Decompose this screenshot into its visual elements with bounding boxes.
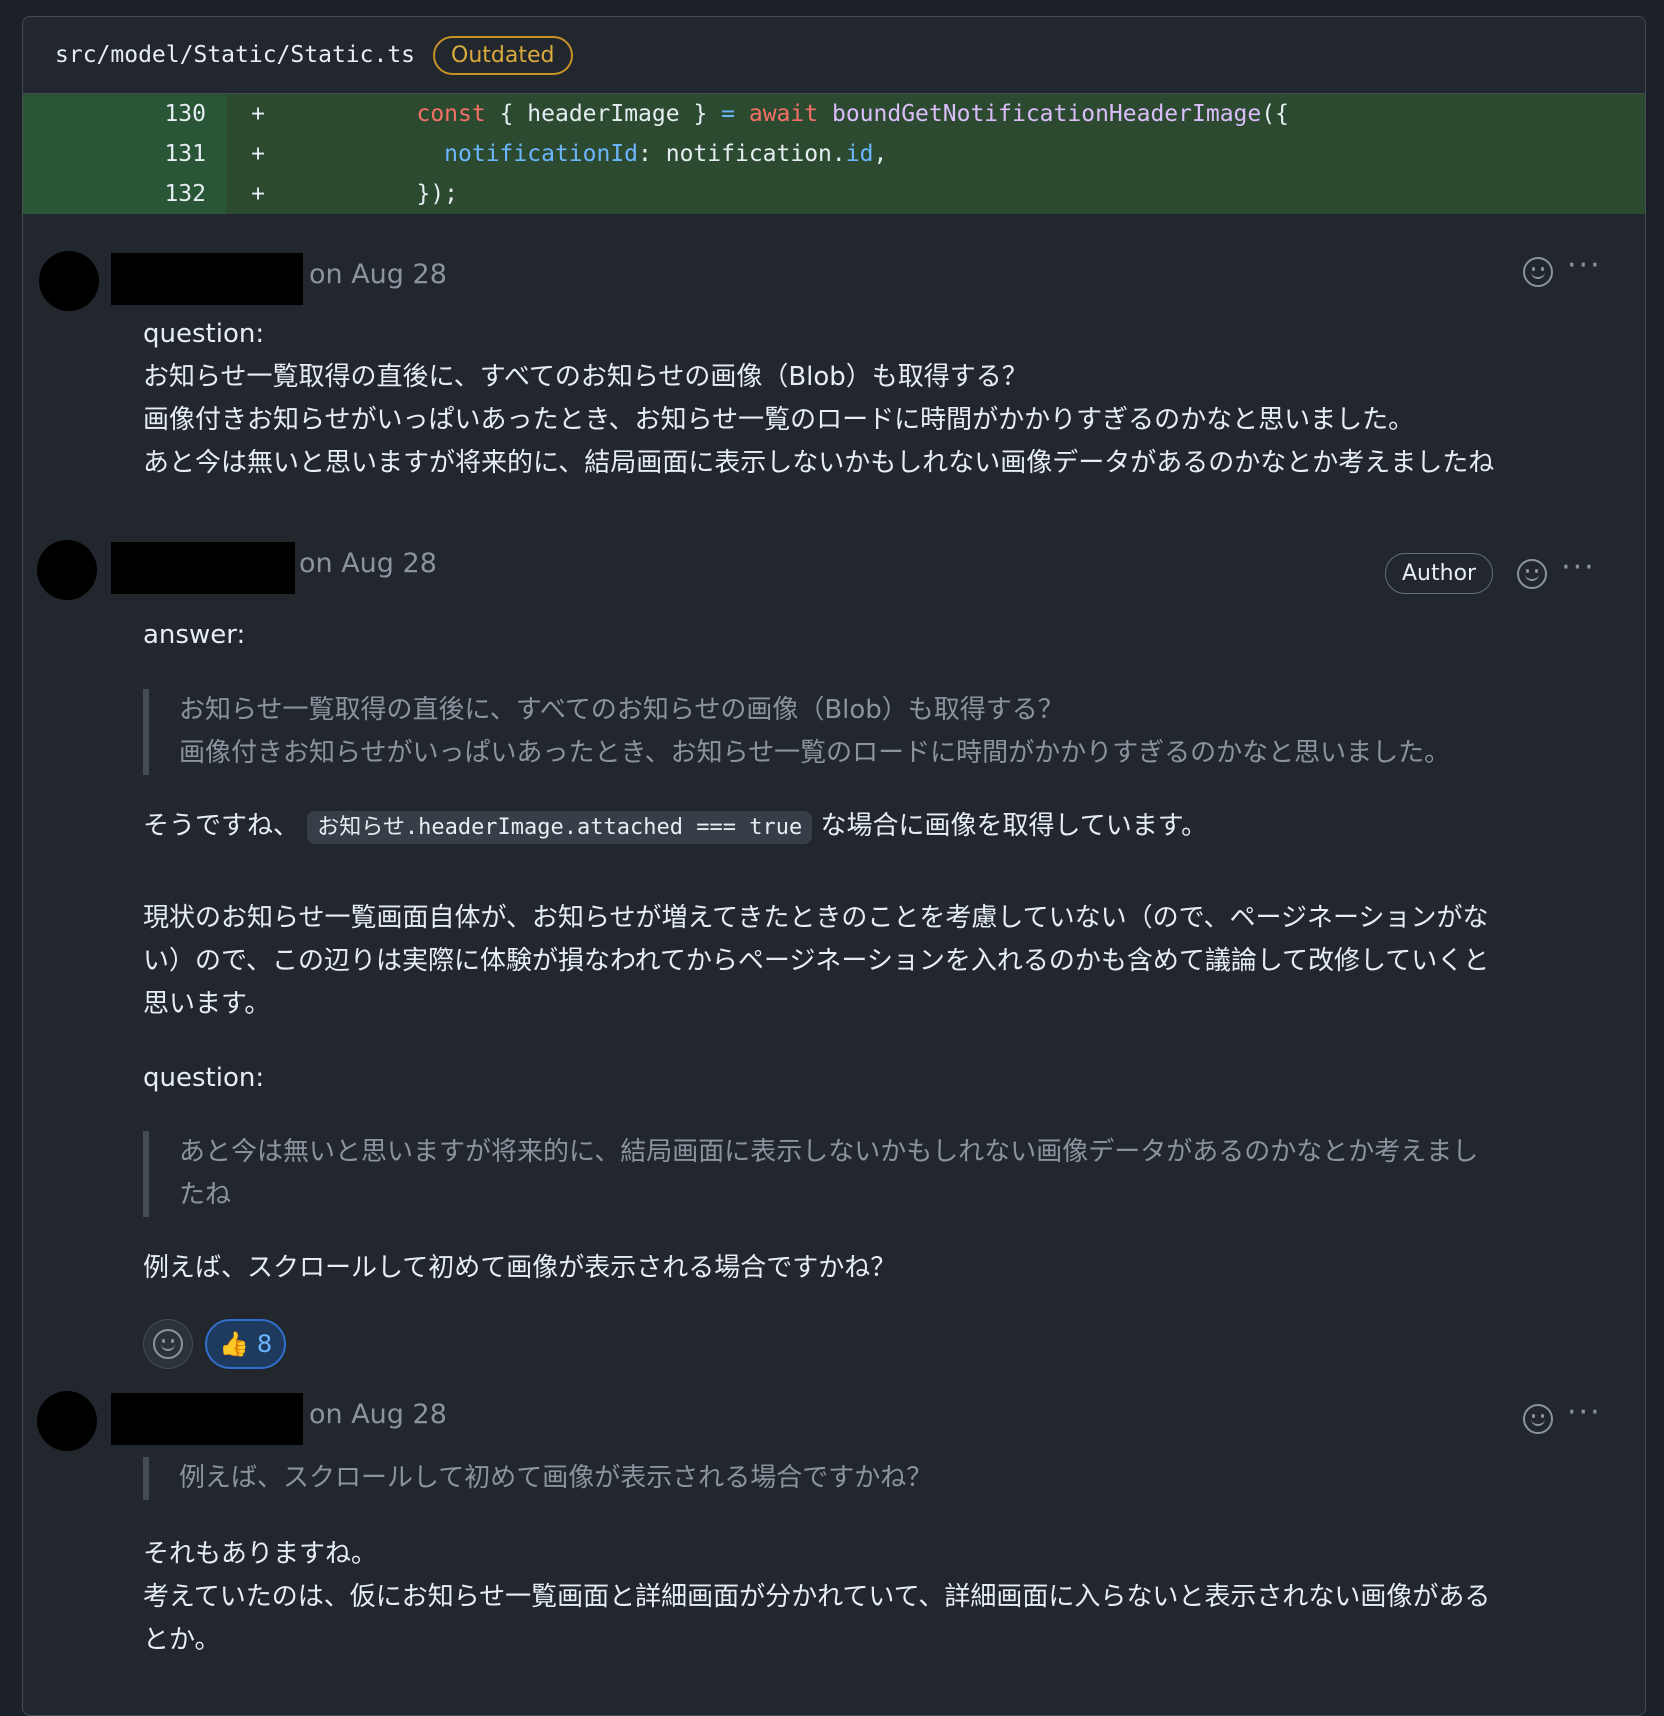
avatar[interactable] <box>39 251 99 311</box>
line-number[interactable]: 130 <box>23 94 226 134</box>
comment-actions: ··· <box>1523 1398 1602 1434</box>
code-token: const <box>416 101 486 127</box>
code-token: await <box>748 101 819 127</box>
file-path-link[interactable]: src/model/Static/Static.ts <box>55 42 415 68</box>
add-reaction-icon[interactable] <box>1523 1404 1553 1434</box>
review-thread-panel: src/model/Static/Static.ts Outdated 130 +… <box>22 16 1646 1716</box>
line-number[interactable]: 131 <box>23 134 226 174</box>
code-token: notificationId <box>444 141 639 167</box>
code-content: const { headerImage } = await boundGetNo… <box>278 101 1289 127</box>
paragraph-line: い）ので、この辺りは実際に体験が損なわれてからページネーションを入れるのかも含め… <box>143 946 1490 976</box>
diff-line: 131 + notificationId: notification.id, <box>23 134 1645 174</box>
text-span: そうですね、 <box>143 811 300 841</box>
diff-hunk: 130 + const { headerImage } = await bound… <box>23 94 1645 214</box>
diff-add-marker: + <box>251 101 265 127</box>
paragraph-line: 現状のお知らせ一覧画面自体が、お知らせが増えてきたときのことを考慮していない（の… <box>143 903 1489 933</box>
comment-body: それもありますね。 考えていたのは、仮にお知らせ一覧画面と詳細画面が分かれていて… <box>143 1533 1623 1662</box>
author-badge: Author <box>1385 553 1494 594</box>
comment-line: お知らせ一覧取得の直後に、すべてのお知らせの画像（Blob）も取得する？ <box>143 362 1028 392</box>
text-span: な場合に画像を取得しています。 <box>820 811 1208 841</box>
code-token: { headerImage } <box>485 101 722 127</box>
add-reaction-icon[interactable] <box>1523 257 1553 287</box>
comment-line: とか。 <box>143 1625 221 1655</box>
add-reaction-button[interactable] <box>143 1319 193 1369</box>
avatar[interactable] <box>37 1391 97 1451</box>
answer-paragraph: そうですね、 お知らせ.headerImage.attached === tru… <box>143 805 1623 849</box>
code-content: }); <box>278 181 458 207</box>
comment-date[interactable]: on Aug 28 <box>299 548 437 579</box>
code-token: , <box>873 141 888 167</box>
blockquote: あと今は無いと思いますが将来的に、結局画面に表示しないかもしれない画像データがあ… <box>143 1131 1563 1217</box>
avatar[interactable] <box>37 540 97 600</box>
inline-code: お知らせ.headerImage.attached === true <box>307 811 813 844</box>
quote-line: たね <box>179 1180 232 1210</box>
code-token: id <box>845 141 874 167</box>
quote-line: お知らせ一覧取得の直後に、すべてのお知らせの画像（Blob）も取得する？ <box>179 695 1064 725</box>
paragraph-line: 思います。 <box>143 989 271 1019</box>
answer-label: answer: <box>143 620 246 650</box>
comment-date[interactable]: on Aug 28 <box>309 1399 447 1430</box>
outdated-badge: Outdated <box>433 35 573 75</box>
blockquote: お知らせ一覧取得の直後に、すべてのお知らせの画像（Blob）も取得する？ 画像付… <box>143 689 1563 775</box>
author-name-redacted[interactable] <box>111 253 303 305</box>
more-options-icon[interactable]: ··· <box>1567 1398 1602 1428</box>
comment-line: 画像付きお知らせがいっぱいあったとき、お知らせ一覧のロードに時間がかかりすぎるの… <box>143 405 1415 435</box>
comment-line: それもありますね。 <box>143 1539 378 1569</box>
diff-add-marker: + <box>251 181 265 207</box>
line-number[interactable]: 132 <box>23 174 226 214</box>
paragraph: 現状のお知らせ一覧画面自体が、お知らせが増えてきたときのことを考慮していない（の… <box>143 897 1623 1026</box>
code-token: }); <box>416 181 459 207</box>
comment-date[interactable]: on Aug 28 <box>309 259 447 290</box>
thumbs-up-icon: 👍 <box>219 1330 249 1358</box>
comment-actions: Author ··· <box>1385 552 1596 594</box>
code-token: : notification. <box>638 141 846 167</box>
code-token: boundGetNotificationHeaderImage <box>831 101 1262 127</box>
diff-line: 130 + const { headerImage } = await bound… <box>23 94 1645 134</box>
code-content: notificationId: notification.id, <box>278 141 887 167</box>
reaction-count: 8 <box>256 1330 273 1358</box>
smiley-icon <box>153 1329 183 1359</box>
quote-line: 画像付きお知らせがいっぱいあったとき、お知らせ一覧のロードに時間がかかりすぎるの… <box>179 738 1451 768</box>
diff-add-marker: + <box>251 141 265 167</box>
more-options-icon[interactable]: ··· <box>1561 552 1596 583</box>
author-name-redacted[interactable] <box>111 542 295 594</box>
blockquote: 例えば、スクロールして初めて画像が表示される場合ですかね？ <box>143 1457 1563 1500</box>
paragraph: 例えば、スクロールして初めて画像が表示される場合ですかね？ <box>143 1253 897 1283</box>
code-token: = <box>721 101 735 127</box>
comment-actions: ··· <box>1523 251 1602 287</box>
add-reaction-icon[interactable] <box>1517 558 1548 589</box>
comment-line: question: <box>143 319 265 349</box>
question-label: question: <box>143 1063 265 1093</box>
comment-line: 考えていたのは、仮にお知らせ一覧画面と詳細画面が分かれていて、詳細画面に入らない… <box>143 1582 1491 1612</box>
comment-line: あと今は無いと思いますが将来的に、結局画面に表示しないかもしれない画像データがあ… <box>143 448 1495 478</box>
author-name-redacted[interactable] <box>111 1393 303 1445</box>
code-token: ({ <box>1261 101 1289 127</box>
quote-line: あと今は無いと思いますが将来的に、結局画面に表示しないかもしれない画像データがあ… <box>179 1137 1479 1167</box>
thumbs-up-reaction[interactable]: 👍 8 <box>205 1319 287 1369</box>
comment-body: question: お知らせ一覧取得の直後に、すべてのお知らせの画像（Blob）… <box>143 313 1623 485</box>
more-options-icon[interactable]: ··· <box>1567 251 1602 281</box>
file-header: src/model/Static/Static.ts Outdated <box>23 17 1645 94</box>
diff-line: 132 + }); <box>23 174 1645 214</box>
